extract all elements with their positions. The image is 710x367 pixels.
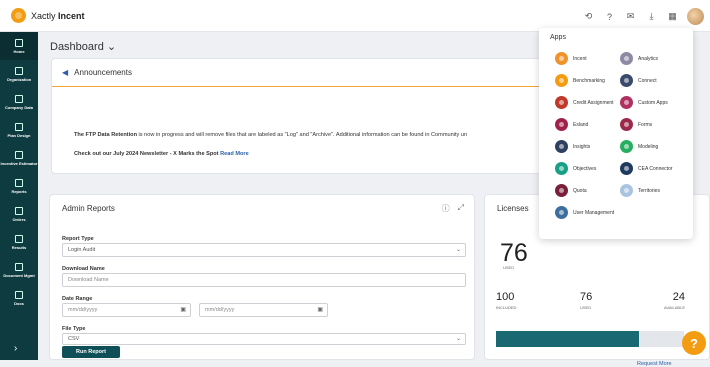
sidebar-item-organization[interactable]: Organization [0,60,38,88]
apps-grid-icon[interactable]: ▦ [666,10,679,23]
sidebar-item-company-data[interactable]: Company Data [0,88,38,116]
download-name-input[interactable]: Download Name [62,273,466,287]
announcement-line-2: Check out our July 2024 Newsletter - X M… [74,151,249,157]
sidebar-expand-icon[interactable]: › [14,343,17,354]
app-custom-apps[interactable]: Custom Apps [620,96,668,109]
document-icon [15,262,23,271]
app-icon [620,162,633,175]
file-type-select[interactable]: CSV ⌄ [62,333,466,345]
calculator-icon [15,150,23,159]
report-type-label: Report Type [62,236,94,242]
database-icon [15,94,23,103]
announcement-line-1: The FTP Data Retention is now in progres… [74,132,468,138]
stat-included: 100 INCLUDED [496,291,517,310]
results-icon [15,234,23,243]
app-icon [620,52,633,65]
orders-icon [15,206,23,215]
app-icon [555,184,568,197]
apps-title: Apps [550,34,566,41]
run-report-button[interactable]: Run Report [62,346,120,358]
licenses-title: Licenses [497,204,529,213]
app-incent[interactable]: Incent [555,52,587,65]
sidebar-item-incentive-estimator[interactable]: Incentive Estimator [0,144,38,172]
app-territories[interactable]: Territories [620,184,660,197]
docs-icon [15,290,23,299]
app-insights[interactable]: Insights [555,140,590,153]
stat-available: 24 AVAILABLE [664,291,685,310]
app-icon [555,162,568,175]
announcements-title: Announcements [74,68,132,77]
app-icon [620,118,633,131]
app-icon [620,74,633,87]
history-icon[interactable]: ⟲ [582,10,595,23]
xactly-logo-icon [11,8,26,23]
sidebar-item-plan-design[interactable]: Plan Design [0,116,38,144]
sidebar-item-orders[interactable]: Orders [0,200,38,228]
date-range-label: Date Range [62,296,93,302]
read-more-link[interactable]: Read More [220,151,249,157]
app-icon [555,118,568,131]
app-icon [555,74,568,87]
licenses-used-big-label: USED [503,265,515,270]
app-icon [555,96,568,109]
announcements-card: ◀ Announcements The FTP Data Retention is… [51,58,561,174]
admin-reports-title: Admin Reports [62,204,115,213]
calendar-icon[interactable]: ▣ [317,306,323,313]
app-icon [555,140,568,153]
page-title[interactable]: Dashboard ⌄ [50,40,116,53]
sidebar: Home Organization Company Data Plan Desi… [0,32,38,360]
app-icon [620,140,633,153]
help-button[interactable]: ? [682,331,706,355]
app-icon [555,52,568,65]
report-type-select[interactable]: Login Audit ⌄ [62,243,466,257]
megaphone-icon: ◀ [62,68,69,77]
app-connect[interactable]: Connect [620,74,657,87]
brand-name: Xactly Incent [31,10,85,21]
sidebar-item-docs[interactable]: Docs [0,284,38,312]
download-icon[interactable]: ⤓ [645,10,658,23]
sidebar-item-reports[interactable]: Reports [0,172,38,200]
download-name-label: Download Name [62,266,105,272]
app-cea-connector[interactable]: CEA Connector [620,162,672,175]
chevron-down-icon: ⌄ [106,41,117,53]
request-more-link[interactable]: Request More [637,361,672,367]
app-analytics[interactable]: Analytics [620,52,658,65]
app-icon [620,184,633,197]
inbox-icon[interactable]: ✉ [624,10,637,23]
app-credit-assignment[interactable]: Credit Assignment [555,96,614,109]
app-esland[interactable]: Esland [555,118,588,131]
app-icon [620,96,633,109]
app-icon [555,206,568,219]
sidebar-item-home[interactable]: Home [0,32,38,60]
app-benchmarking[interactable]: Benchmarking [555,74,605,87]
avatar[interactable] [687,8,704,25]
sidebar-item-results[interactable]: Results [0,228,38,256]
sidebar-item-document-mgmt[interactable]: Document Mgmt [0,256,38,284]
app-forms[interactable]: Forms [620,118,652,131]
home-icon [15,38,23,47]
licenses-progress-bar [496,331,684,347]
app-quota[interactable]: Quota [555,184,587,197]
reports-icon [15,178,23,187]
expand-icon[interactable]: ⤢ [458,203,464,214]
app-modeling[interactable]: Modeling [620,140,658,153]
date-end-input[interactable]: mm/dd/yyyy ▣ [199,303,328,317]
info-icon[interactable]: ⓘ [442,203,450,214]
apps-menu: Apps Incent Analytics Benchmarking Connect C… [539,28,693,239]
licenses-progress-fill [496,331,639,347]
plan-icon [15,122,23,131]
file-type-label: File Type [62,326,86,332]
help-icon[interactable]: ? [603,10,616,23]
calendar-icon[interactable]: ▣ [180,306,186,313]
logo[interactable]: Xactly Incent [11,8,85,23]
chevron-down-icon: ⌄ [455,336,461,342]
stat-used: 76 USED [580,291,593,310]
date-start-input[interactable]: mm/dd/yyyy ▣ [62,303,191,317]
organization-icon [15,66,23,75]
app-user-management[interactable]: User Management [555,206,614,219]
chevron-down-icon: ⌄ [455,247,461,253]
licenses-used-big: 76 [500,239,528,267]
app-objectives[interactable]: Objectives [555,162,596,175]
